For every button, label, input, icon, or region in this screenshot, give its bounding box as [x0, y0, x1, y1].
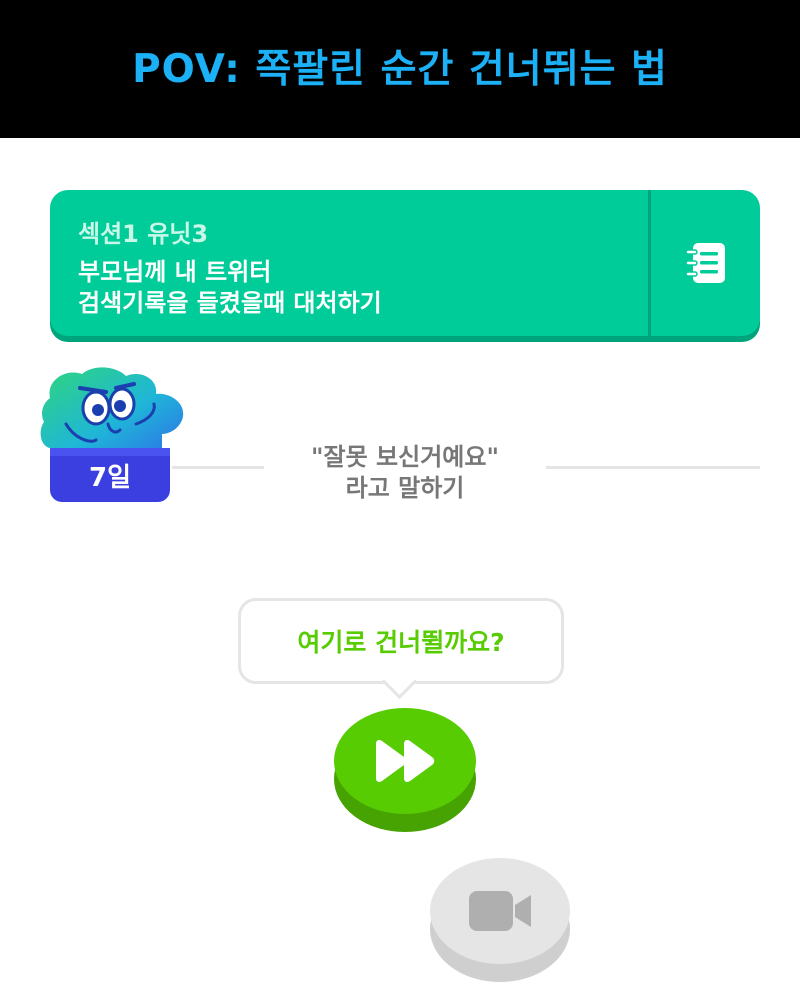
divider-line-right: [546, 466, 760, 469]
guidebook-button[interactable]: [651, 190, 760, 336]
meme-header: POV: 쪽팔린 순간 건너뛰는 법: [0, 0, 800, 138]
divider-line-left: [172, 466, 264, 469]
lesson-divider-text: "잘못 보신거예요" 라고 말하기: [266, 442, 544, 504]
streak-badge: 7일: [50, 448, 170, 502]
jump-here-text: 여기로 건너뛸까요?: [297, 628, 505, 657]
guidebook-icon: [684, 243, 725, 283]
video-camera-icon: [469, 891, 531, 931]
streak-badge-label: 7일: [88, 462, 131, 493]
lesson-divider-line2: 라고 말하기: [345, 474, 465, 502]
meme-title: POV: 쪽팔린 순간 건너뛰는 법: [132, 47, 668, 92]
jump-here-button[interactable]: [334, 708, 476, 832]
lesson-divider-line1: "잘못 보신거예요": [311, 443, 499, 471]
locked-video-node[interactable]: [430, 858, 570, 982]
fast-forward-icon: [376, 740, 435, 782]
skip-button-face: [334, 708, 476, 814]
unit-banner[interactable]: 섹션1 유닛3 부모님께 내 트위터 검색기록을 들켰을때 대처하기: [50, 190, 760, 336]
video-node-face: [430, 858, 570, 964]
unit-description-line1: 부모님께 내 트위터: [78, 258, 272, 286]
unit-text: 섹션1 유닛3 부모님께 내 트위터 검색기록을 들켰을때 대처하기: [78, 214, 382, 319]
unit-section-label: 섹션1 유닛3: [78, 220, 209, 248]
unit-description-line2: 검색기록을 들켰을때 대처하기: [78, 289, 382, 317]
